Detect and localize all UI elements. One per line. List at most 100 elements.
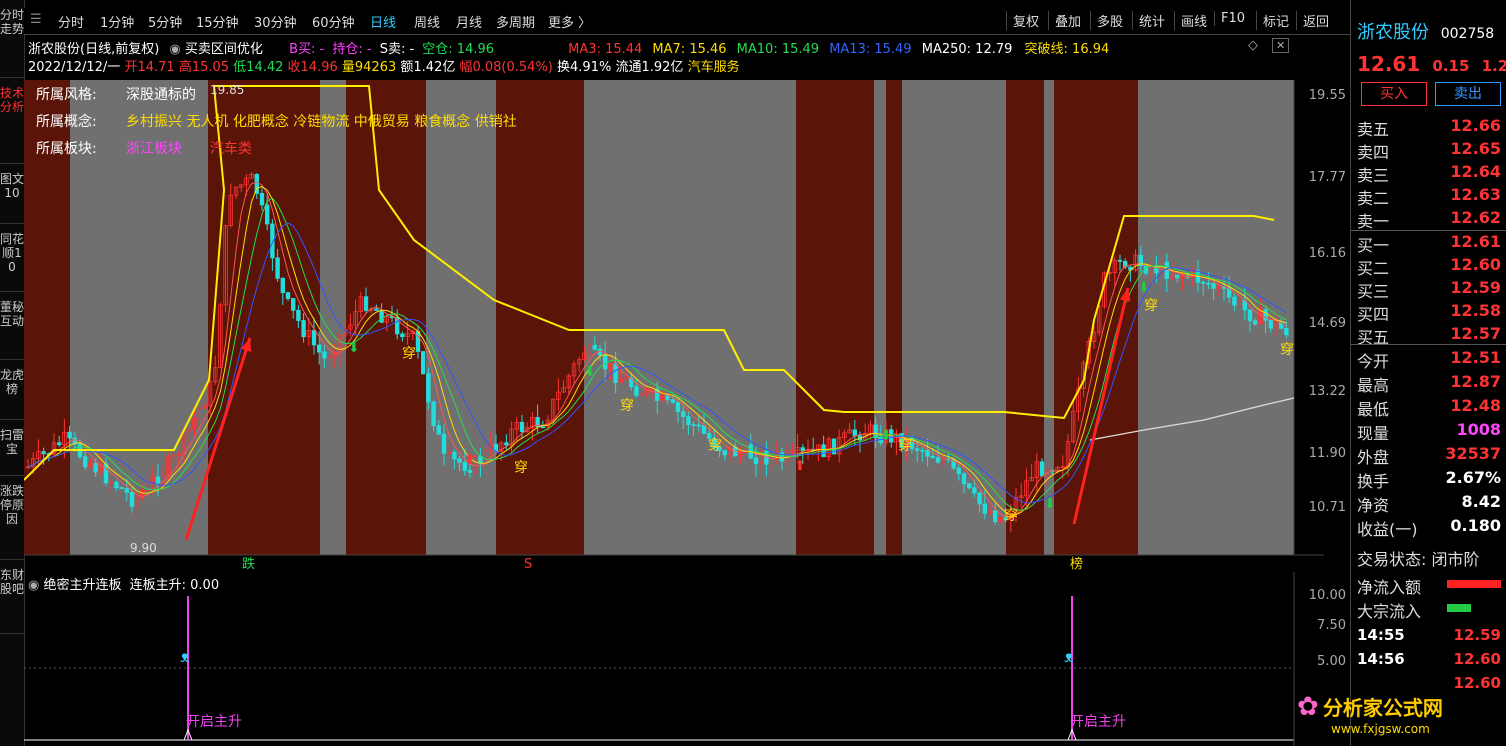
toolbar-button-4[interactable]: 画线 bbox=[1174, 11, 1213, 30]
stat-label: 外盘 bbox=[1357, 448, 1390, 467]
ask-row-0: 卖五 12.66 bbox=[1357, 116, 1501, 139]
candle-body bbox=[696, 424, 701, 427]
bottom-signal-0: 跌 bbox=[242, 556, 255, 570]
ask-value: 12.62 bbox=[1450, 208, 1501, 227]
period-tab-1[interactable]: 1分钟 bbox=[100, 12, 134, 31]
bid-value: 12.58 bbox=[1450, 301, 1501, 320]
left-tab-8[interactable]: 东财股吧 bbox=[0, 564, 24, 634]
period-tab-8[interactable]: 月线 bbox=[456, 12, 482, 31]
stat-row-5: 换手 2.67% bbox=[1357, 468, 1501, 491]
style-label: 所属风格: bbox=[36, 87, 97, 103]
tick-time: 14:55 bbox=[1357, 626, 1405, 644]
current-price: 12.61 bbox=[1357, 52, 1421, 76]
period-tab-4[interactable]: 30分钟 bbox=[254, 12, 297, 31]
price-axis-label-2: 16.16 bbox=[1308, 246, 1346, 261]
toolbar-button-2[interactable]: 多股 bbox=[1090, 11, 1129, 30]
price-axis-label-3: 14.69 bbox=[1308, 316, 1346, 331]
toolbar-button-5[interactable]: F10 bbox=[1214, 11, 1251, 26]
candle-body bbox=[972, 487, 977, 494]
period-tab-9[interactable]: 多周期 bbox=[496, 12, 535, 31]
low-value: 低14.42 bbox=[233, 60, 284, 75]
candle-body bbox=[467, 470, 473, 473]
net-inflow-bar bbox=[1447, 580, 1501, 588]
period-tab-6[interactable]: 日线 bbox=[370, 12, 396, 31]
watermark-title: 分析家公式网 bbox=[1322, 696, 1443, 720]
info-line-1: 浙农股份(日线,前复权) ◉ 买卖区间优化 B买: - 持仓: - S卖: - … bbox=[28, 38, 1109, 57]
info-line-2: 2022/12/12/一 开14.71 高15.05 低14.42 收14.96… bbox=[28, 56, 740, 75]
ma250-value: MA250: 12.79 bbox=[921, 42, 1013, 57]
buy-button[interactable]: 买入 bbox=[1361, 82, 1427, 106]
left-tab-0[interactable]: 分时走势 bbox=[0, 4, 24, 78]
toolbar-menu-icon[interactable]: ☰ bbox=[30, 12, 42, 27]
stock-name-row: 浙农股份 002758 bbox=[1357, 18, 1494, 44]
stock-title: 浙农股份(日线,前复权) bbox=[28, 42, 160, 57]
indicator-dropdown-icon[interactable]: ◉ bbox=[169, 42, 180, 57]
stat-row-1: 最高 12.87 bbox=[1357, 372, 1501, 395]
left-tab-6[interactable]: 扫雷宝 bbox=[0, 424, 24, 476]
price-axis-label-6: 10.71 bbox=[1308, 500, 1346, 515]
style-value: 深股通标的 bbox=[126, 87, 196, 103]
signal-arrow: ⬇ bbox=[1044, 496, 1056, 512]
toolbar-button-0[interactable]: 复权 bbox=[1006, 11, 1045, 30]
signal-arrow: ⬇ bbox=[348, 340, 360, 356]
indicator-name[interactable]: 买卖区间优化 bbox=[185, 42, 263, 57]
tick-time: 14:56 bbox=[1357, 650, 1405, 668]
stock-name: 浙农股份 bbox=[1357, 22, 1429, 43]
bid-label: 买三 bbox=[1357, 282, 1390, 301]
candle-body bbox=[426, 373, 431, 403]
left-tab-1[interactable]: 技术分析 bbox=[0, 82, 24, 164]
toolbar-button-7[interactable]: 返回 bbox=[1296, 11, 1335, 30]
date-value: 2022/12/12/一 bbox=[28, 60, 121, 75]
left-tab-7[interactable]: 涨跌停原因 bbox=[0, 480, 24, 560]
indicator-chart[interactable]: ᴥ 开启主升 ᴥ 开启主升 bbox=[24, 572, 1350, 746]
signal-arrow: ⬆ bbox=[464, 452, 476, 468]
toolbar-button-3[interactable]: 统计 bbox=[1132, 11, 1171, 30]
block-inflow-bar bbox=[1447, 604, 1471, 612]
candle-body bbox=[83, 456, 88, 468]
period-tab-7[interactable]: 周线 bbox=[414, 12, 440, 31]
period-tab-10[interactable]: 更多 〉 bbox=[548, 12, 591, 31]
candle-body bbox=[1211, 282, 1216, 289]
signal-arrow: ⬇ bbox=[1138, 280, 1150, 296]
toolbar-button-6[interactable]: 标记 bbox=[1256, 11, 1295, 30]
trade-status: 交易状态: 闭市阶 bbox=[1357, 550, 1480, 569]
candle-body bbox=[915, 448, 920, 451]
quote-panel: 浙农股份 002758 12.61 0.15 1.20 买入 卖出 卖五 12.6… bbox=[1297, 0, 1506, 746]
candle-body bbox=[753, 457, 759, 465]
bid-value: 12.60 bbox=[1450, 255, 1501, 274]
candle-body bbox=[301, 320, 306, 338]
butterfly-icon: ᴥ bbox=[180, 647, 190, 666]
diamond-icon[interactable]: ◇ bbox=[1248, 38, 1258, 53]
left-tab-4[interactable]: 董秘互动 bbox=[0, 296, 24, 360]
ask-label: 卖三 bbox=[1357, 166, 1390, 185]
candle-body bbox=[1253, 320, 1258, 325]
zone-band bbox=[902, 80, 1006, 555]
candle-body bbox=[800, 447, 805, 452]
watermark-url: www.fxjgsw.com bbox=[1331, 722, 1430, 736]
candle-body bbox=[504, 442, 509, 446]
period-tab-2[interactable]: 5分钟 bbox=[148, 12, 182, 31]
ask-row-2: 卖三 12.64 bbox=[1357, 162, 1501, 185]
left-tab-5[interactable]: 龙虎榜 bbox=[0, 364, 24, 420]
left-tab-3[interactable]: 同花顺10 bbox=[0, 228, 24, 292]
candle-body bbox=[316, 344, 322, 353]
candle-body bbox=[681, 411, 686, 418]
candle-body bbox=[436, 425, 441, 435]
ask-label: 卖四 bbox=[1357, 143, 1390, 162]
close-icon[interactable]: ✕ bbox=[1272, 38, 1290, 53]
tick-row-1: 14:56 12.60 bbox=[1357, 650, 1501, 672]
signal-arrow: ⬇ bbox=[880, 428, 892, 444]
sell-button[interactable]: 卖出 bbox=[1435, 82, 1501, 106]
toolbar-button-1[interactable]: 叠加 bbox=[1048, 11, 1087, 30]
period-tab-3[interactable]: 15分钟 bbox=[196, 12, 239, 31]
bottom-signal-1: S bbox=[524, 557, 532, 570]
change-value: 幅0.08(0.54%) bbox=[459, 60, 553, 75]
period-tab-0[interactable]: 分时 bbox=[58, 12, 84, 31]
candle-body bbox=[852, 429, 857, 437]
period-tab-5[interactable]: 60分钟 bbox=[312, 12, 355, 31]
zone-band bbox=[1044, 80, 1054, 555]
candle-body bbox=[1284, 327, 1289, 336]
butterfly-icon: ᴥ bbox=[1064, 647, 1074, 666]
zone-band bbox=[796, 80, 874, 555]
left-tab-2[interactable]: 图文10 bbox=[0, 168, 24, 224]
